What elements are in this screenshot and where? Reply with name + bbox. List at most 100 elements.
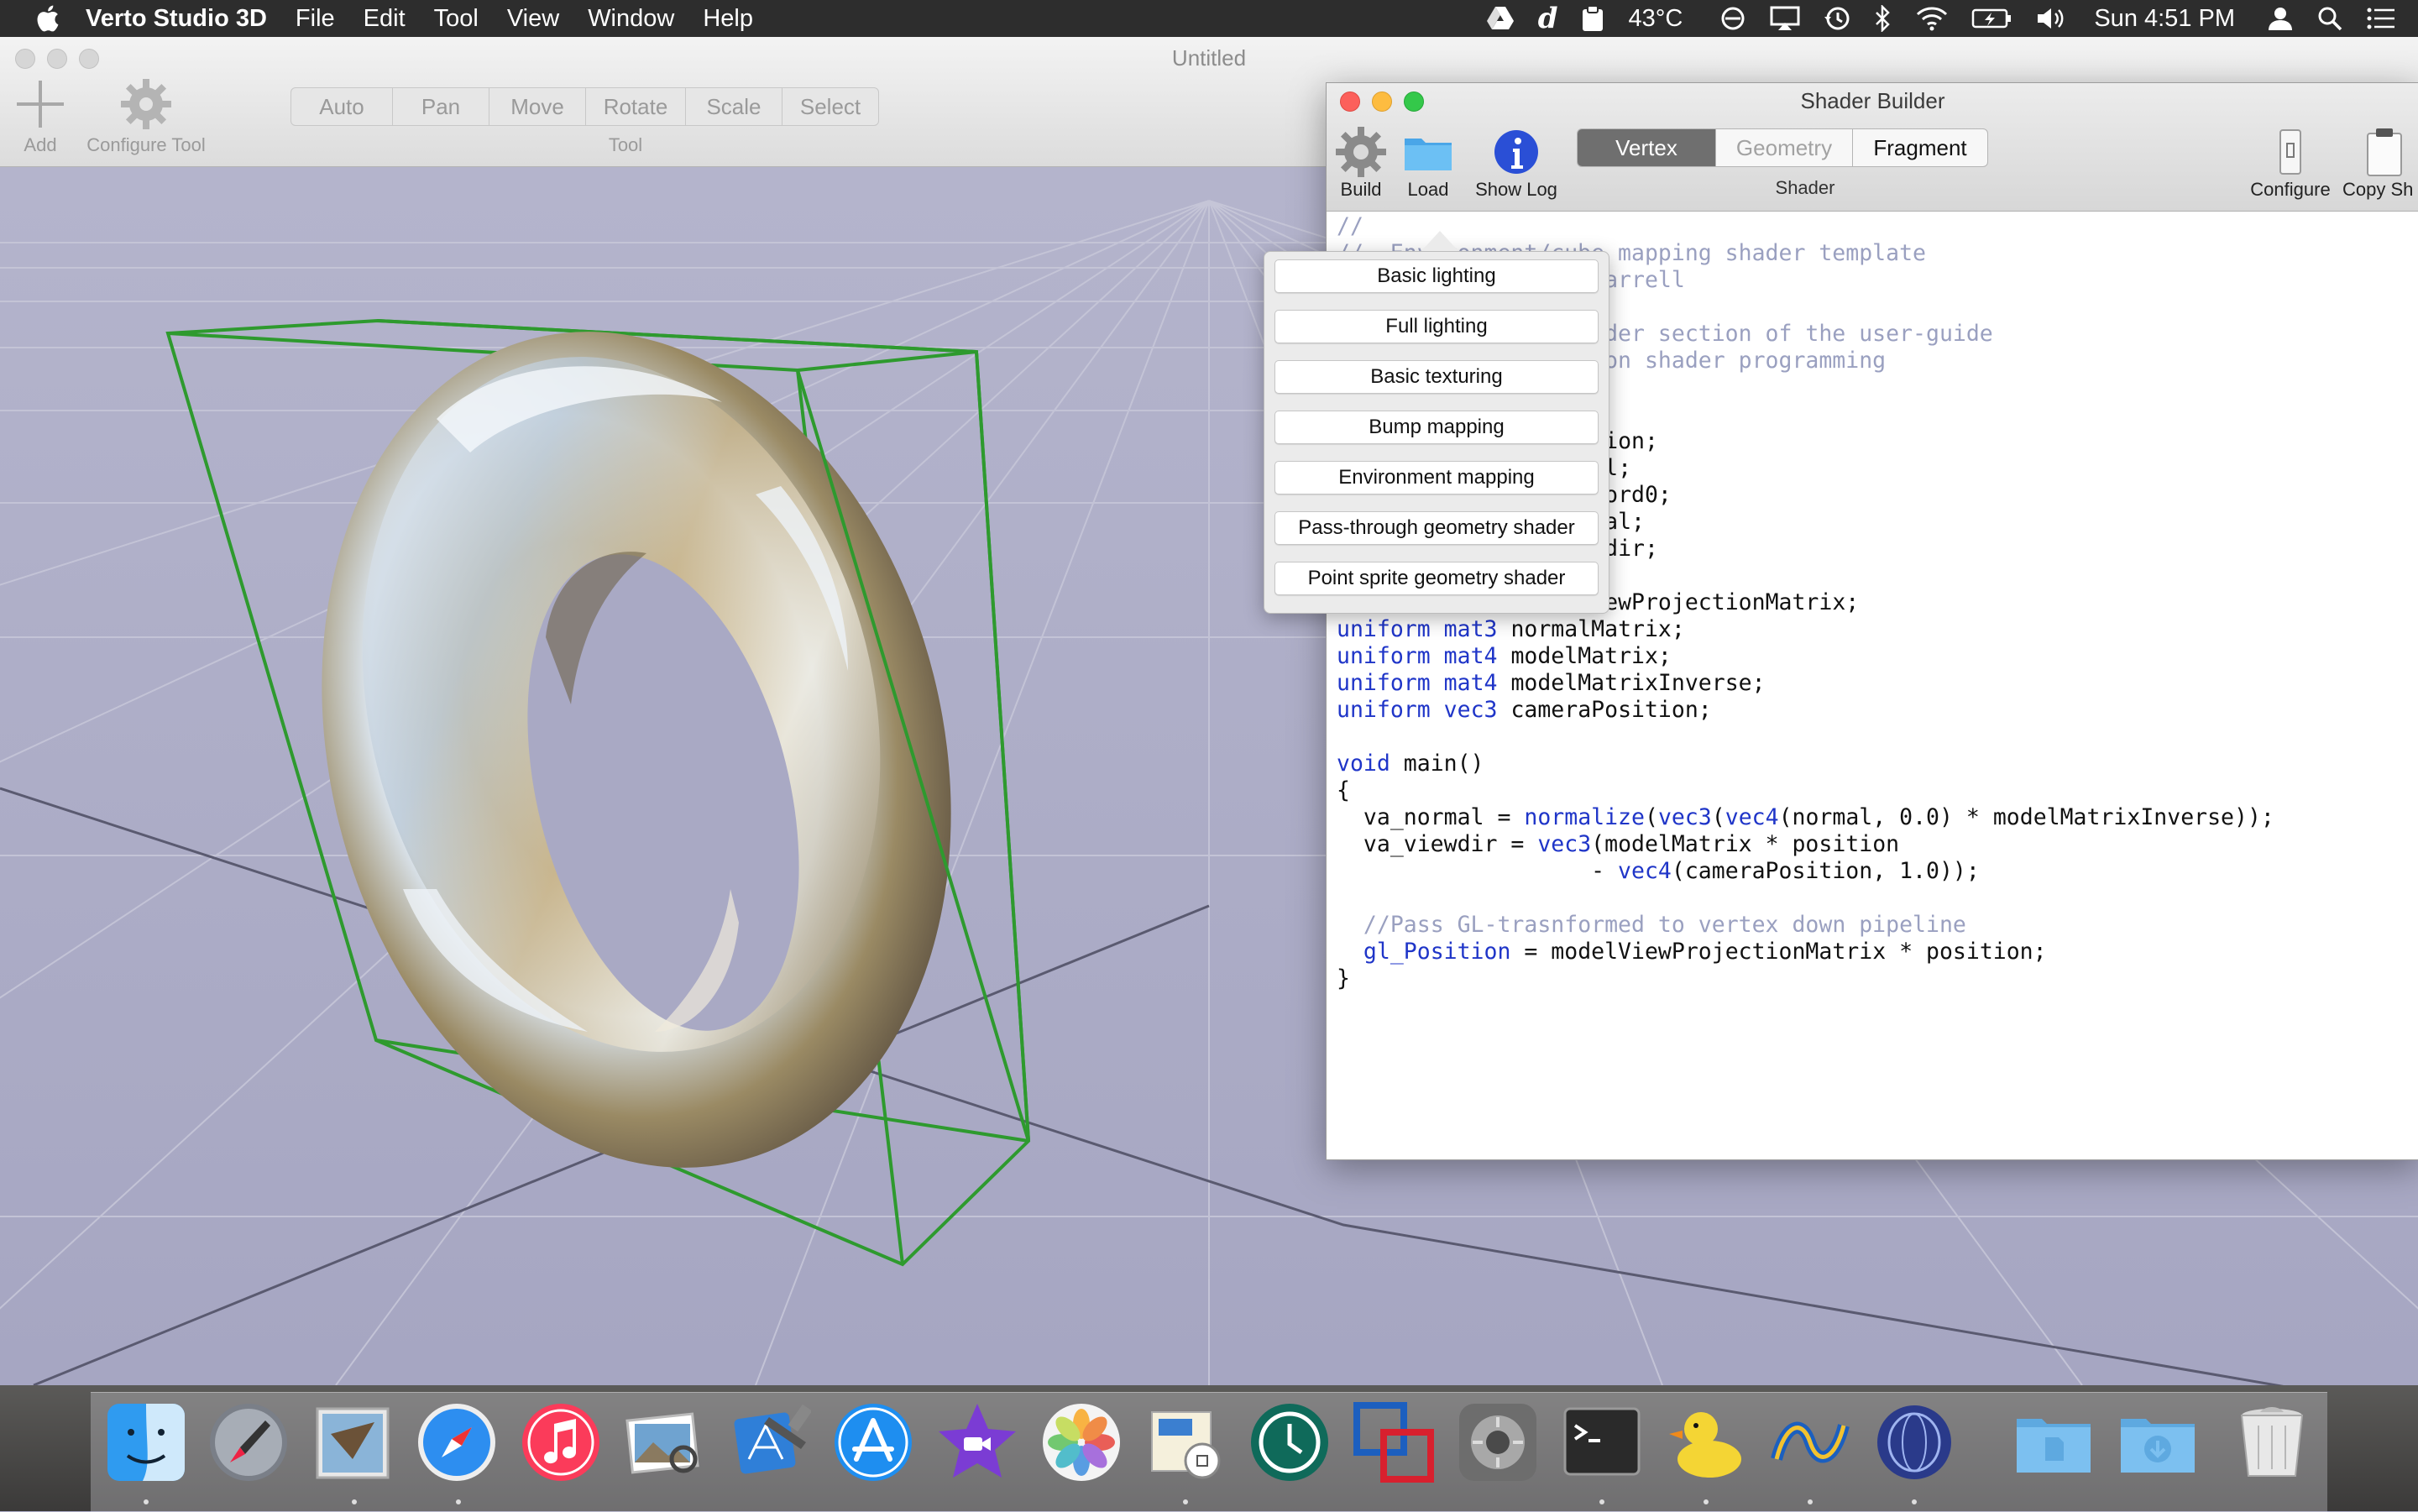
menu-file[interactable]: File (296, 5, 335, 33)
code-line: - vec4(cameraPosition, 1.0)); (1337, 858, 1980, 884)
code-line: uniform mat4 modelMatrix; (1337, 643, 1672, 669)
clock[interactable]: Sun 4:51 PM (2094, 5, 2235, 33)
imovie-icon[interactable] (935, 1400, 1019, 1484)
show-log-label: Show Log (1475, 179, 1557, 200)
add-label: Add (24, 134, 57, 155)
shader-builder-toolbar: Shader Builder Build Load Show Log Verte… (1327, 83, 2418, 212)
template-full-lighting[interactable]: Full lighting (1274, 310, 1599, 343)
dock-running-indicator (1808, 1499, 1813, 1504)
trash-icon[interactable] (2230, 1400, 2314, 1484)
code-line: // (1337, 213, 1363, 239)
itunes-icon[interactable] (519, 1400, 603, 1484)
safari-icon[interactable] (415, 1400, 499, 1484)
terminal-icon[interactable] (1560, 1400, 1644, 1484)
configure-label: Configure (2250, 179, 2331, 200)
time-machine-icon[interactable] (1824, 0, 1850, 37)
menu-help[interactable]: Help (703, 5, 753, 33)
tool-mode-move[interactable]: Move (489, 88, 586, 125)
code-line: va_normal = normalize(vec3(vec4(normal, … (1337, 804, 2274, 830)
code-line: gl_Position = modelViewProjectionMatrix … (1363, 939, 2047, 965)
dock-running-indicator (1599, 1499, 1604, 1504)
tab-vertex[interactable]: Vertex (1578, 129, 1716, 166)
photos-icon[interactable] (1039, 1400, 1123, 1484)
menu-edit[interactable]: Edit (364, 5, 406, 33)
shader-builder-window: Shader Builder Build Load Show Log Verte… (1326, 82, 2418, 1160)
code-line: uniform vec3 cameraPosition; (1337, 697, 1712, 723)
code-line: } (1337, 965, 1350, 991)
user-icon[interactable] (2267, 0, 2294, 37)
clipboard-icon[interactable] (1582, 0, 1604, 37)
load-button[interactable]: Load (1399, 125, 1458, 201)
notification-center-icon[interactable] (2366, 0, 2396, 37)
tool-mode-auto[interactable]: Auto (291, 88, 393, 125)
build-button[interactable]: Build (1332, 125, 1390, 201)
template-bump-mapping[interactable]: Bump mapping (1274, 411, 1599, 444)
show-log-button[interactable]: Show Log (1468, 125, 1565, 201)
template-point-sprite-geometry[interactable]: Point sprite geometry shader (1274, 562, 1599, 595)
build-label: Build (1340, 179, 1382, 200)
tool-mode-rotate[interactable]: Rotate (586, 88, 686, 125)
tool-mode-scale[interactable]: Scale (686, 88, 782, 125)
downloads-folder-icon[interactable] (2116, 1400, 2200, 1484)
temperature-readout[interactable]: 43°C (1629, 5, 1683, 33)
dock-running-indicator (144, 1499, 149, 1504)
preview-icon[interactable] (623, 1400, 707, 1484)
documents-folder-icon[interactable] (2012, 1400, 2096, 1484)
code-line: uniform mat3 normalMatrix; (1337, 616, 1685, 642)
wireshark-icon[interactable] (1768, 1400, 1852, 1484)
airplay-icon[interactable] (1770, 0, 1800, 37)
apple-menu-icon[interactable] (30, 2, 64, 35)
dash-icon[interactable]: d (1538, 0, 1558, 37)
code-line: uniform mat4 modelMatrixInverse; (1337, 670, 1766, 696)
google-drive-icon[interactable] (1486, 0, 1515, 37)
template-basic-texturing[interactable]: Basic texturing (1274, 360, 1599, 394)
tool-group-label: Tool (608, 134, 643, 155)
launchpad-icon[interactable] (207, 1400, 290, 1484)
verto-studio-icon[interactable] (1144, 1400, 1227, 1484)
tool-mode-segmented-control: Auto Pan Move Rotate Scale Select (290, 87, 879, 126)
finder-icon[interactable] (104, 1400, 188, 1484)
code-line: { (1337, 777, 1350, 803)
configure-tool-label: Configure Tool (86, 134, 206, 155)
menu-tool[interactable]: Tool (434, 5, 479, 33)
xcode-icon[interactable] (727, 1400, 813, 1484)
cyberduck-icon[interactable] (1664, 1400, 1748, 1484)
wifi-icon[interactable] (1916, 0, 1948, 37)
add-button[interactable]: Add (7, 77, 74, 156)
load-template-popover: Basic lighting Full lighting Basic textu… (1264, 251, 1609, 614)
sync-icon[interactable] (1719, 0, 1746, 37)
tool-mode-select[interactable]: Select (782, 88, 878, 125)
template-basic-lighting[interactable]: Basic lighting (1274, 259, 1599, 293)
template-environment-mapping[interactable]: Environment mapping (1274, 461, 1599, 494)
dock-running-indicator (1912, 1499, 1917, 1504)
gear-icon (1336, 127, 1386, 177)
template-pass-through-geometry[interactable]: Pass-through geometry shader (1274, 511, 1599, 545)
popover-arrow (1421, 231, 1458, 251)
parallels-icon[interactable] (1352, 1400, 1436, 1484)
menu-view[interactable]: View (507, 5, 559, 33)
window-title: Untitled (1171, 45, 1247, 71)
app-name-menu[interactable]: Verto Studio 3D (86, 5, 267, 33)
shader-stage-segmented-control: Vertex Geometry Fragment (1577, 128, 1988, 167)
time-machine-dock-icon[interactable] (1248, 1400, 1332, 1484)
configure-button[interactable]: Configure (2240, 125, 2341, 201)
tab-geometry[interactable]: Geometry (1716, 129, 1853, 166)
volume-icon[interactable] (2035, 0, 2069, 37)
mail-icon[interactable] (311, 1400, 395, 1484)
blender-icon[interactable] (1872, 1400, 1956, 1484)
configure-tool-button[interactable]: Configure Tool (77, 77, 215, 156)
spotlight-icon[interactable] (2317, 0, 2342, 37)
tab-fragment[interactable]: Fragment (1853, 129, 1987, 166)
tool-mode-pan[interactable]: Pan (393, 88, 489, 125)
shader-builder-title: Shader Builder (1800, 88, 1945, 113)
menu-window[interactable]: Window (588, 5, 674, 33)
dock-running-indicator (1704, 1499, 1709, 1504)
dock-running-indicator (1183, 1499, 1188, 1504)
bluetooth-icon[interactable] (1874, 0, 1892, 37)
system-preferences-icon[interactable] (1456, 1400, 1540, 1484)
copy-shader-button[interactable]: Copy Sh (2342, 125, 2418, 201)
app-store-icon[interactable] (831, 1400, 915, 1484)
battery-icon[interactable] (1971, 0, 2012, 37)
